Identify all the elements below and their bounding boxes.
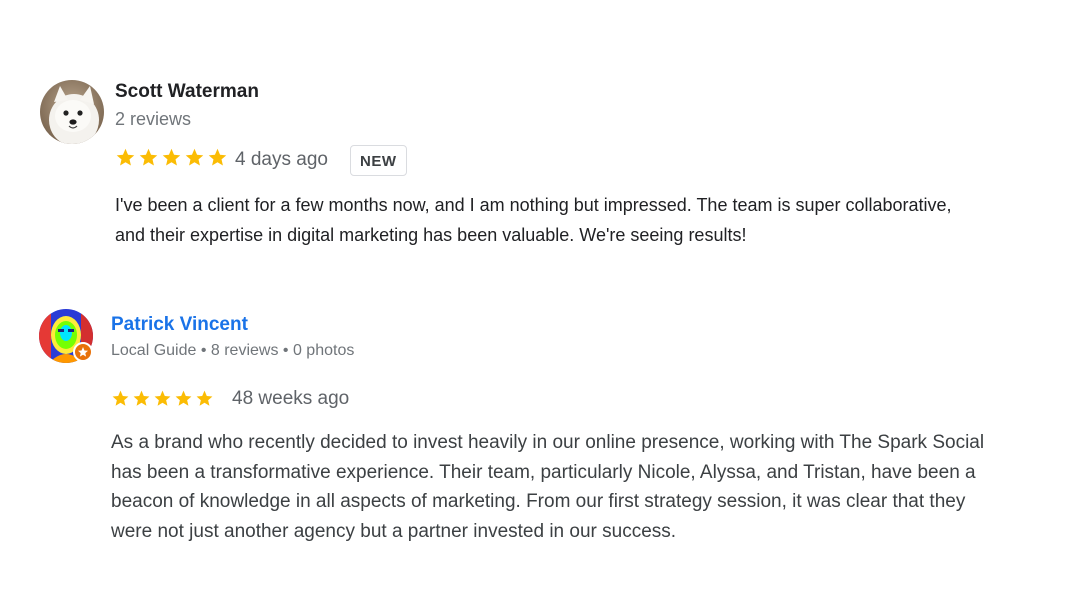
- reviewer-name[interactable]: Scott Waterman: [115, 81, 259, 103]
- star-rating: [111, 389, 214, 408]
- star-icon: [112, 390, 129, 406]
- review-date: 48 weeks ago: [232, 388, 350, 409]
- local-guide-badge-icon: [73, 342, 93, 362]
- review-date: 4 days ago: [235, 149, 328, 170]
- star-icon: [196, 390, 213, 406]
- star-icon: [154, 390, 171, 406]
- star-icon: [139, 148, 158, 166]
- star-icon: [185, 148, 204, 166]
- star-icon: [175, 390, 192, 406]
- star-icon: [116, 148, 135, 166]
- star-icon: [133, 390, 150, 406]
- star-icon: [208, 148, 227, 166]
- star-rating: [115, 147, 228, 168]
- new-badge: NEW: [350, 145, 407, 176]
- dog-photo-icon: [40, 80, 104, 144]
- reviewer-avatar[interactable]: [40, 80, 104, 144]
- reviewer-meta[interactable]: Local Guide • 8 reviews • 0 photos: [111, 342, 354, 360]
- reviewer-meta[interactable]: 2 reviews: [115, 109, 191, 130]
- star-icon: [162, 148, 181, 166]
- review-text: As a brand who recently decided to inves…: [111, 432, 985, 542]
- review-text: I've been a client for a few months now,…: [115, 195, 952, 245]
- reviewer-name[interactable]: Patrick Vincent: [111, 314, 248, 336]
